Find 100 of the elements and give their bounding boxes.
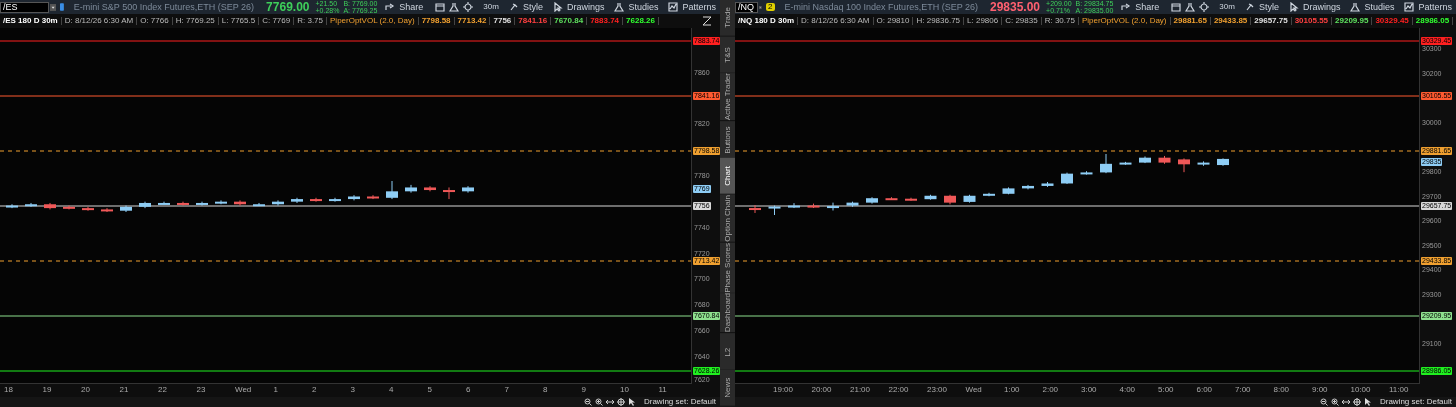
ohlc-field: R: 3.75 (294, 17, 327, 25)
drawings-button[interactable]: Drawings (1302, 2, 1341, 12)
timeframe-button[interactable]: 30m (483, 3, 499, 11)
time-axis-label: 19 (42, 386, 52, 394)
link-badge[interactable]: 2 (766, 3, 775, 11)
cursor-icon[interactable] (1363, 398, 1371, 406)
candle (885, 196, 898, 201)
time-axis-label: 3:00 (1081, 386, 1097, 394)
drawings-button[interactable]: Drawings (566, 2, 605, 12)
chart-plot-area[interactable] (0, 28, 692, 384)
zoom-out-icon[interactable] (1319, 398, 1328, 406)
study-value: 7756 (490, 17, 516, 25)
ohlc-field: R: 30.75 (1041, 17, 1079, 25)
ohlc-field: L: 7765.5 (218, 17, 260, 25)
candle (177, 201, 189, 207)
side-tab[interactable]: Option Chain (720, 194, 735, 243)
time-axis-label: 20:00 (811, 386, 832, 394)
style-icon[interactable] (508, 2, 519, 12)
crosshair-icon[interactable] (1352, 398, 1361, 406)
flask-icon[interactable] (1350, 2, 1361, 12)
maximize-icon[interactable] (702, 16, 712, 26)
ohlc-field: H: 7769.25 (172, 17, 219, 25)
candle (827, 202, 839, 211)
candle (1080, 170, 1093, 175)
candle (310, 197, 322, 203)
crosshair-icon[interactable] (616, 398, 625, 406)
candle (44, 202, 56, 211)
cursor-icon[interactable] (1288, 2, 1299, 12)
zoom-out-icon[interactable] (583, 398, 592, 406)
flask-icon[interactable] (614, 2, 625, 12)
share-button[interactable]: Share (399, 2, 424, 12)
candle (963, 194, 976, 203)
pan-arrows-icon[interactable] (605, 398, 614, 406)
calendar-icon[interactable] (435, 2, 446, 12)
dropdown-caret-icon[interactable] (49, 2, 56, 12)
time-axis-label: 2 (312, 386, 317, 394)
flask-icon[interactable] (449, 2, 460, 12)
patterns-button[interactable]: Patterns (682, 2, 716, 12)
time-axis-label: 20 (81, 386, 90, 394)
side-tab[interactable]: Dashboard (720, 293, 735, 334)
side-tab[interactable]: Chart (720, 158, 735, 195)
time-axis-label: 7 (504, 386, 509, 394)
side-tab[interactable]: News (720, 370, 735, 407)
candle (462, 186, 474, 194)
candle (63, 205, 75, 211)
candle (788, 202, 800, 209)
symbol-field[interactable]: /ES (0, 1, 49, 13)
time-axis-label: 22:00 (888, 386, 909, 394)
candle (905, 197, 917, 202)
time-axis-label: 9 (581, 386, 586, 394)
drawing-set-label[interactable]: Drawing set: Default (643, 398, 716, 406)
studies-button[interactable]: Studies (1364, 2, 1395, 12)
calendar-icon[interactable] (1171, 2, 1182, 12)
link-icon[interactable] (60, 2, 64, 12)
time-axis-label: 18 (4, 386, 13, 394)
candle (120, 205, 132, 213)
candle (329, 197, 341, 203)
study-value: 29881.65 (1170, 17, 1211, 25)
side-tab[interactable]: Active Trader (720, 73, 735, 122)
share-icon[interactable] (1121, 2, 1132, 12)
style-button[interactable]: Style (522, 2, 543, 12)
chart-plot-area[interactable] (735, 28, 1420, 384)
studies-button[interactable]: Studies (628, 2, 659, 12)
style-button[interactable]: Style (1258, 2, 1279, 12)
zoom-in-icon[interactable] (594, 398, 603, 406)
time-axis-label: 1:00 (1004, 386, 1020, 394)
cursor-icon[interactable] (627, 398, 635, 406)
candle (101, 208, 113, 213)
candle (424, 186, 436, 193)
chart-title: /ES 180 D 30m (0, 17, 62, 25)
ohlc-field: L: 29806 (964, 17, 1003, 25)
patterns-icon[interactable] (668, 2, 679, 12)
candle (1158, 155, 1171, 165)
zoom-in-icon[interactable] (1330, 398, 1339, 406)
flask-icon[interactable] (1185, 2, 1196, 12)
settings-icon[interactable] (1199, 2, 1210, 12)
candle (272, 200, 284, 207)
time-axis-label: 10 (620, 386, 629, 394)
time-axis-label: 23 (196, 386, 206, 394)
pan-arrows-icon[interactable] (1341, 398, 1350, 406)
settings-icon[interactable] (463, 2, 474, 12)
patterns-icon[interactable] (1404, 2, 1415, 12)
study-value: 7841.16 (515, 17, 552, 25)
patterns-button[interactable]: Patterns (1418, 2, 1452, 12)
candle (82, 206, 94, 212)
study-value: 30329.45 (1372, 17, 1413, 25)
drawing-set-label[interactable]: Drawing set: Default (1379, 398, 1452, 406)
symbol-field[interactable]: /NQ (735, 1, 759, 13)
side-tab[interactable]: Phase Scores (720, 242, 735, 294)
share-button[interactable]: Share (1135, 2, 1160, 12)
time-axis-label: 6 (466, 386, 471, 394)
cursor-icon[interactable] (552, 2, 563, 12)
ohlc-field: C: 7769 (259, 17, 295, 25)
time-axis-label: Wed (235, 386, 252, 394)
timeframe-button[interactable]: 30m (1219, 3, 1235, 11)
side-tab[interactable]: T&S (720, 36, 735, 74)
candle (1217, 157, 1229, 167)
style-icon[interactable] (1244, 2, 1255, 12)
share-icon[interactable] (385, 2, 396, 12)
candle (367, 195, 379, 201)
